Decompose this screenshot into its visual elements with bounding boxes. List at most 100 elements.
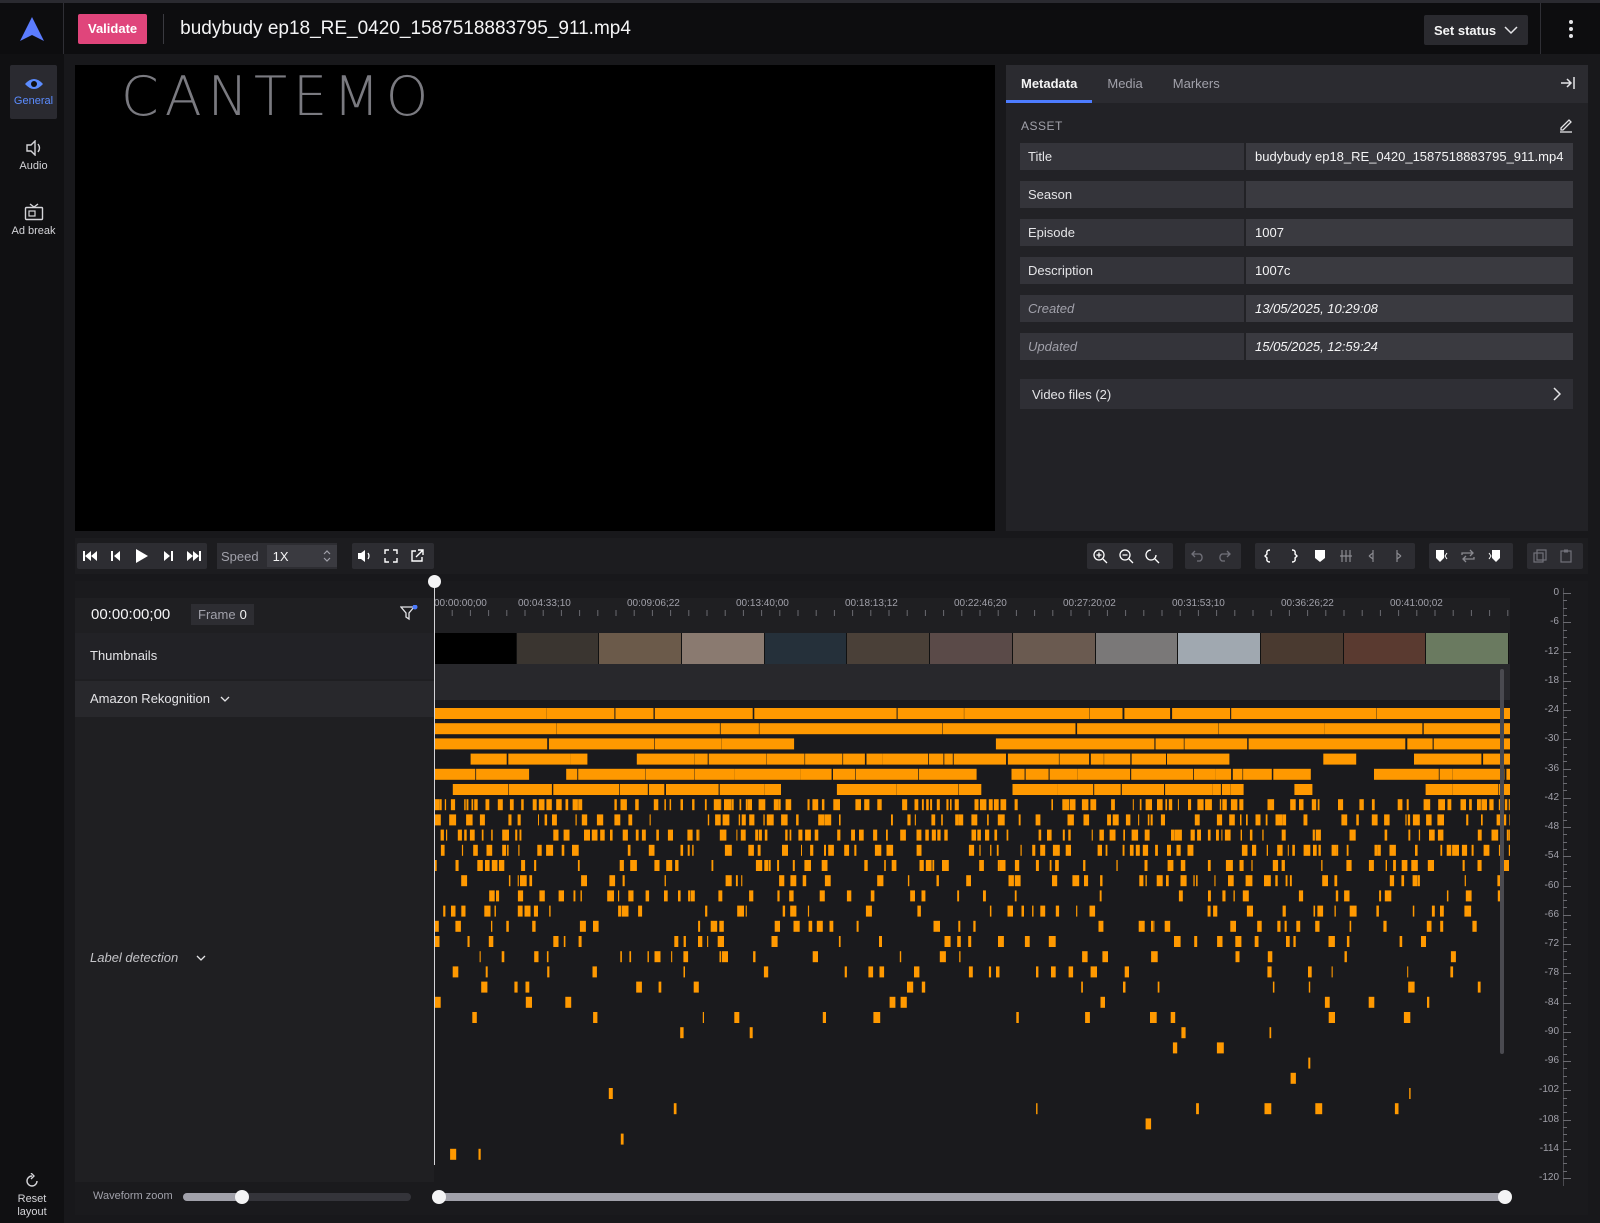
track-label-rekognition[interactable]: Amazon Rekognition — [75, 681, 434, 717]
time-ruler[interactable]: 00:00:00;00 00:04:33;10 00:09:06;22 00:13:4… — [434, 598, 1510, 616]
label-segment — [1241, 844, 1248, 856]
step-back-button[interactable] — [103, 543, 129, 569]
db-tick — [1563, 1017, 1567, 1019]
cantemo-logo-icon[interactable] — [0, 3, 64, 54]
reset-layout-button[interactable]: Reset layout — [0, 1172, 64, 1219]
label-segment — [1374, 768, 1439, 780]
label-segment — [1145, 1118, 1152, 1130]
redo-button[interactable] — [1211, 543, 1237, 569]
label-segment — [856, 920, 859, 932]
label-segment — [578, 936, 582, 947]
video-files-row[interactable]: Video files (2) — [1020, 379, 1573, 409]
zoom-in-button[interactable] — [1087, 543, 1113, 569]
rail-item-audio[interactable]: Audio — [10, 129, 57, 183]
label-segment — [1379, 890, 1382, 902]
play-to-out-button[interactable] — [1481, 543, 1507, 569]
ruler-label: 00:18:13;12 — [845, 598, 898, 609]
label-segment — [502, 844, 507, 856]
split-button[interactable] — [1333, 543, 1359, 569]
label-segment — [596, 814, 604, 826]
play-button[interactable] — [129, 543, 155, 569]
label-segment — [1245, 875, 1253, 887]
label-segment — [1376, 905, 1379, 917]
label-segment — [556, 799, 562, 811]
label-segment — [1020, 844, 1022, 856]
waveform-zoom-slider[interactable] — [183, 1190, 411, 1204]
tab-markers[interactable]: Markers — [1158, 65, 1235, 103]
play-from-in-button[interactable] — [1429, 543, 1455, 569]
label-segment — [886, 829, 888, 841]
label-segment — [1323, 753, 1357, 765]
label-segment — [570, 753, 588, 765]
label-segment — [1313, 905, 1316, 917]
chevron-right-icon — [1553, 387, 1561, 401]
label-segment — [1471, 844, 1474, 856]
rail-item-general[interactable]: General — [10, 65, 57, 119]
zoom-reset-button[interactable] — [1139, 543, 1165, 569]
popout-button[interactable] — [404, 543, 430, 569]
copy-button[interactable] — [1527, 543, 1553, 569]
fullscreen-button[interactable] — [378, 543, 404, 569]
step-forward-button[interactable] — [155, 543, 181, 569]
label-segment — [666, 860, 673, 871]
tab-metadata[interactable]: Metadata — [1006, 65, 1093, 103]
paste-button[interactable] — [1553, 543, 1579, 569]
label-segment — [822, 1012, 826, 1023]
scroll-start-handle[interactable] — [432, 1190, 446, 1204]
label-segment — [715, 814, 721, 826]
zoom-handle[interactable] — [235, 1190, 250, 1204]
field-value[interactable]: budybudy ep18_RE_0420_1587518883795_911.… — [1246, 143, 1573, 170]
set-status-dropdown[interactable]: Set status — [1424, 15, 1528, 45]
mark-in-button[interactable] — [1255, 543, 1281, 569]
video-player[interactable]: CANTEMO — [75, 65, 995, 531]
tab-media[interactable]: Media — [1092, 65, 1157, 103]
db-tick — [1563, 892, 1567, 894]
label-segment — [916, 829, 922, 841]
field-value[interactable]: 1007 — [1246, 219, 1573, 246]
more-options-button[interactable] — [1540, 3, 1600, 54]
playhead[interactable] — [434, 581, 435, 1165]
filter-button[interactable] — [399, 604, 418, 624]
zoom-out-button[interactable] — [1113, 543, 1139, 569]
go-to-out-button[interactable] — [1385, 543, 1411, 569]
step-back-icon — [111, 551, 120, 561]
label-segment — [461, 905, 466, 917]
label-segment — [1229, 814, 1235, 826]
label-segment — [789, 829, 792, 841]
label-segment — [664, 890, 668, 902]
label-segment — [800, 768, 832, 780]
timeline-scrollbar[interactable] — [432, 1190, 1512, 1204]
validate-button[interactable]: Validate — [78, 13, 148, 44]
label-segment — [866, 753, 883, 765]
playhead-handle[interactable] — [428, 575, 441, 588]
label-detection-lane[interactable] — [434, 700, 1510, 1182]
label-segment — [461, 844, 464, 856]
add-marker-button[interactable] — [1307, 543, 1333, 569]
label-segment — [556, 723, 720, 735]
label-segment — [805, 829, 811, 841]
undo-button[interactable] — [1185, 543, 1211, 569]
track-label-label-detection[interactable]: Label detection — [75, 938, 434, 978]
field-value[interactable] — [1246, 181, 1573, 208]
loop-button[interactable] — [1455, 543, 1481, 569]
label-segment — [1142, 844, 1149, 856]
mark-out-button[interactable] — [1281, 543, 1307, 569]
skip-to-start-button[interactable] — [77, 543, 103, 569]
fullscreen-icon — [384, 549, 398, 563]
edit-button[interactable] — [1558, 117, 1574, 136]
label-segment — [1293, 936, 1296, 947]
scroll-end-handle[interactable] — [1498, 1190, 1512, 1204]
rail-item-ad-break[interactable]: Ad break — [10, 193, 57, 247]
label-segment — [614, 799, 617, 811]
label-segment — [491, 920, 493, 932]
vertical-scrollbar[interactable] — [1500, 669, 1504, 1054]
field-value[interactable]: 1007c — [1246, 257, 1573, 284]
label-segment — [1167, 844, 1171, 856]
track-label-thumbnails: Thumbnails — [75, 633, 434, 679]
speed-select[interactable]: 1X — [266, 545, 337, 567]
label-segment — [997, 860, 1000, 871]
volume-button[interactable] — [352, 543, 378, 569]
collapse-panel-button[interactable] — [1560, 76, 1576, 93]
go-to-in-button[interactable] — [1359, 543, 1385, 569]
skip-to-end-button[interactable] — [181, 543, 207, 569]
